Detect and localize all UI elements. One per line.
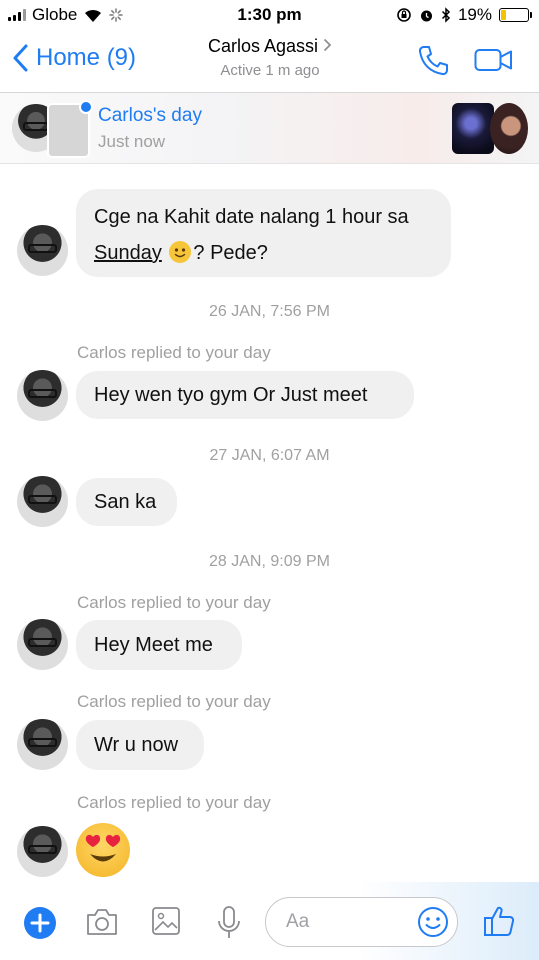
bluetooth-icon xyxy=(441,7,451,23)
back-button[interactable]: Home (9) xyxy=(12,44,136,72)
message-bubble[interactable]: San ka xyxy=(76,478,177,526)
video-call-icon[interactable] xyxy=(474,47,514,73)
avatar[interactable] xyxy=(17,370,68,421)
message-text: Hey wen tyo gym Or Just meet xyxy=(94,383,368,406)
add-plus-icon[interactable] xyxy=(23,906,57,940)
emoji-picker-icon[interactable] xyxy=(417,906,449,938)
avatar[interactable] xyxy=(17,476,68,527)
story-time: Just now xyxy=(98,132,166,151)
message-composer: Aa xyxy=(0,882,539,960)
camera-icon[interactable] xyxy=(85,907,119,937)
conversation-header: Home (9) Carlos Agassi Active 1 m ago xyxy=(0,30,539,93)
message-bubble[interactable]: Cge na Kahit date nalang 1 hour sa Sunday… xyxy=(76,189,451,277)
avatar[interactable] xyxy=(17,826,68,877)
message-text: Cge na Kahit date nalang 1 hour sa Sunday… xyxy=(94,206,409,264)
message-bubble[interactable]: Hey Meet me xyxy=(76,620,242,670)
message-text: San ka xyxy=(94,490,157,513)
message-bubble[interactable]: Wr u now xyxy=(76,720,204,770)
microphone-icon[interactable] xyxy=(216,905,242,941)
story-preview-image[interactable] xyxy=(452,103,494,154)
contact-name: Carlos Agassi xyxy=(150,36,390,57)
avatar[interactable] xyxy=(17,719,68,770)
battery-icon xyxy=(499,8,532,22)
story-reply-label: Carlos replied to your day xyxy=(77,793,271,812)
date-link[interactable]: Sunday xyxy=(94,242,162,264)
message-timestamp: 26 JAN, 7:56 PM xyxy=(209,303,330,320)
message-timestamp: 28 JAN, 9:09 PM xyxy=(209,553,330,570)
unseen-indicator xyxy=(79,100,93,114)
avatar[interactable] xyxy=(17,225,68,276)
status-icons: 19% xyxy=(396,5,532,25)
contact-active-status: Active 1 m ago xyxy=(220,62,320,79)
message-text: Wr u now xyxy=(94,733,179,756)
back-label: Home (9) xyxy=(36,44,137,71)
heart-eyes-emoji-icon[interactable] xyxy=(76,823,130,877)
story-banner[interactable]: Carlos's day Just now xyxy=(0,93,539,164)
slight-smile-emoji-icon xyxy=(169,241,192,263)
message-text: Hey Meet me xyxy=(94,633,213,656)
message-input-placeholder: Aa xyxy=(286,911,310,932)
thumbs-up-icon[interactable] xyxy=(482,904,516,938)
chevron-right-icon xyxy=(323,38,332,52)
phone-call-icon[interactable] xyxy=(416,44,450,78)
story-preview-image[interactable] xyxy=(490,103,528,154)
avatar[interactable] xyxy=(17,619,68,670)
contact-title[interactable]: Carlos Agassi Active 1 m ago xyxy=(150,36,390,79)
photo-gallery-icon[interactable] xyxy=(151,906,181,936)
status-bar: Globe 1:30 pm 19% xyxy=(0,0,539,30)
message-bubble[interactable]: Hey wen tyo gym Or Just meet xyxy=(76,371,414,419)
battery-percent: 19% xyxy=(457,5,492,24)
message-timestamp: 27 JAN, 6:07 AM xyxy=(209,447,330,464)
alarm-icon xyxy=(420,10,432,21)
story-title: Carlos's day xyxy=(98,105,202,126)
story-reply-label: Carlos replied to your day xyxy=(77,593,271,612)
story-reply-label: Carlos replied to your day xyxy=(77,692,271,711)
story-reply-label: Carlos replied to your day xyxy=(77,343,271,362)
rotation-lock-icon xyxy=(397,8,411,22)
chevron-left-icon xyxy=(13,44,28,72)
